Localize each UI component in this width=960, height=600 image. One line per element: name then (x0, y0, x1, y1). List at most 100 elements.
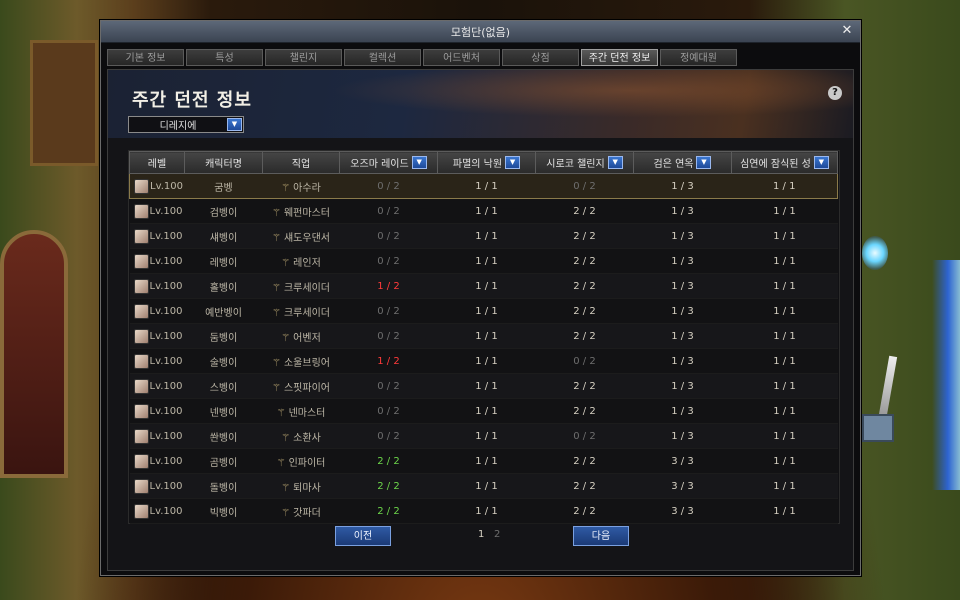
table-row[interactable]: Lv.100 검벵이 ⚚ 웨펀마스터 0 / 21 / 12 / 21 / 31 / 1 (129, 198, 838, 224)
tab-3[interactable]: 챌린지 (265, 49, 342, 66)
clear-count: 0 / 2 (339, 223, 438, 249)
tab-7[interactable]: 주간 던전 정보 (581, 49, 658, 66)
close-icon[interactable]: ✕ (839, 23, 855, 39)
page-number[interactable]: 1 (478, 529, 484, 540)
clear-count: 1 / 1 (437, 223, 536, 249)
job-cell: ⚚ 소울브링어 (262, 348, 340, 374)
clear-count: 2 / 2 (339, 448, 438, 474)
table-row[interactable]: Lv.100 예반벵이 ⚚ 크루세이더 0 / 21 / 12 / 21 / 31 / … (129, 298, 838, 324)
job-cell: ⚚ 인파이터 (262, 448, 340, 474)
clear-count: 3 / 3 (633, 498, 732, 524)
column-label: 레벨 (147, 159, 167, 170)
window-titlebar[interactable]: 모험단(없음) ✕ (101, 21, 860, 43)
class-icon: ⚚ (281, 182, 291, 194)
avatar (133, 228, 149, 244)
clear-count: 0 / 2 (339, 423, 438, 449)
tab-8[interactable]: 정예대원 (660, 49, 737, 66)
job-text: 레인저 (293, 257, 321, 269)
table-row[interactable]: Lv.100 홀벵이 ⚚ 크루세이더 1 / 21 / 12 / 21 / 31 / 1 (129, 273, 838, 299)
character-name: 굼벵 (184, 173, 263, 199)
clear-count: 3 / 3 (633, 448, 732, 474)
table-row[interactable]: Lv.100 돌벵이 ⚚ 퇴마사 2 / 21 / 12 / 23 / 31 / 1 (129, 473, 838, 499)
clear-count: 1 / 1 (731, 223, 838, 249)
level-text: Lv.100 (149, 380, 183, 392)
level-cell: Lv.100 (129, 198, 185, 224)
column-label: 캐릭터명 (205, 159, 242, 170)
dropdown-value: 디레지에 (159, 121, 197, 132)
table-row[interactable]: Lv.100 술벵이 ⚚ 소울브링어 1 / 21 / 10 / 21 / 31 / 1 (129, 348, 838, 374)
character-name: 쏸벵이 (184, 423, 263, 449)
clear-count: 1 / 1 (437, 473, 536, 499)
column-header[interactable]: 심연에 잠식된 성 ▼ (731, 151, 838, 174)
column-header[interactable]: 검은 연옥 ▼ (633, 151, 732, 174)
column-header[interactable]: 파멸의 낙원 ▼ (437, 151, 536, 174)
job-cell: ⚚ 레인저 (262, 248, 340, 274)
table-row[interactable]: Lv.100 레벵이 ⚚ 레인저 0 / 21 / 12 / 21 / 31 / 1 (129, 248, 838, 274)
job-cell: ⚚ 웨펀마스터 (262, 198, 340, 224)
class-icon: ⚚ (272, 282, 281, 294)
glowing-orb-decor (862, 236, 888, 270)
tab-5[interactable]: 어드벤처 (423, 49, 500, 66)
job-text: 스핏파이어 (283, 382, 330, 394)
column-header[interactable]: 오즈마 레이드 ▼ (339, 151, 438, 174)
table-row[interactable]: Lv.100 빅벵이 ⚚ 갓파더 2 / 21 / 12 / 23 / 31 / 1 (129, 498, 838, 524)
clear-count: 0 / 2 (339, 173, 438, 199)
next-button[interactable]: 다음 (573, 526, 629, 546)
clear-count: 0 / 2 (535, 173, 634, 199)
chevron-down-icon[interactable]: ▼ (813, 156, 829, 169)
avatar (133, 378, 149, 394)
table-row[interactable]: Lv.100 섀벵이 ⚚ 섀도우댄서 0 / 21 / 12 / 21 / 31 / 1 (129, 223, 838, 249)
chevron-down-icon[interactable]: ▼ (696, 156, 712, 169)
chevron-down-icon[interactable]: ▼ (227, 118, 242, 131)
clear-count: 1 / 1 (731, 473, 838, 499)
prev-button[interactable]: 이전 (335, 526, 391, 546)
chevron-down-icon[interactable]: ▼ (411, 156, 427, 169)
level-text: Lv.100 (149, 505, 183, 517)
class-icon: ⚚ (281, 432, 291, 444)
clear-count: 0 / 2 (339, 248, 438, 274)
table-header: 레벨 캐릭터명 직업 오즈마 레이드 ▼ 파멸의 낙원 ▼ 시로코 챌린지 ▼ 검은 연옥 ▼ 심연에… (129, 151, 838, 174)
level-text: Lv.100 (149, 455, 183, 467)
character-name: 홀벵이 (184, 273, 263, 299)
tab-4[interactable]: 컬렉션 (344, 49, 421, 66)
table-row[interactable]: Lv.100 곰벵이 ⚚ 인파이터 2 / 21 / 12 / 23 / 31 / 1 (129, 448, 838, 474)
sword-decor (878, 355, 898, 417)
tab-2[interactable]: 특성 (186, 49, 263, 66)
tab-1[interactable]: 기본 정보 (107, 49, 184, 66)
table-row[interactable]: Lv.100 스벵이 ⚚ 스핏파이어 0 / 21 / 12 / 21 / 31 / 1 (129, 373, 838, 399)
clear-count: 1 / 1 (437, 273, 536, 299)
table-row[interactable]: Lv.100 넨벵이 ⚚ 넨마스터 0 / 21 / 12 / 21 / 31 / 1 (129, 398, 838, 424)
table-row[interactable]: Lv.100 굼벵 ⚚ 아수라 0 / 21 / 10 / 21 / 31 / 1 (129, 173, 838, 199)
help-icon[interactable]: ? (828, 86, 842, 100)
level-cell: Lv.100 (129, 373, 185, 399)
clear-count: 1 / 1 (731, 323, 838, 349)
tab-6[interactable]: 상점 (502, 49, 579, 66)
table-row[interactable]: Lv.100 둠벵이 ⚚ 어벤저 0 / 21 / 12 / 21 / 31 / 1 (129, 323, 838, 349)
avatar (133, 428, 149, 444)
class-icon: ⚚ (272, 232, 281, 244)
character-name: 예반벵이 (184, 298, 263, 324)
clear-count: 0 / 2 (339, 323, 438, 349)
server-dropdown[interactable]: 디레지에 ▼ (128, 116, 244, 133)
dungeon-table: 레벨 캐릭터명 직업 오즈마 레이드 ▼ 파멸의 낙원 ▼ 시로코 챌린지 ▼ 검은 연옥 ▼ 심연에… (129, 151, 838, 524)
job-cell: ⚚ 섀도우댄서 (262, 223, 340, 249)
clear-count: 1 / 1 (731, 373, 838, 399)
chevron-down-icon[interactable]: ▼ (505, 156, 521, 169)
chevron-down-icon[interactable]: ▼ (607, 156, 623, 169)
window-title: 모험단(없음) (450, 25, 511, 39)
table-row[interactable]: Lv.100 쏸벵이 ⚚ 소환사 0 / 21 / 10 / 21 / 31 / 1 (129, 423, 838, 449)
clear-count: 1 / 1 (731, 248, 838, 274)
clear-count: 1 / 1 (437, 298, 536, 324)
clear-count: 1 / 3 (633, 348, 732, 374)
class-icon: ⚚ (281, 332, 291, 344)
page-number[interactable]: 2 (494, 529, 500, 540)
job-text: 소울브링어 (283, 357, 330, 369)
chest-decor (862, 414, 894, 442)
column-header[interactable]: 시로코 챌린지 ▼ (535, 151, 634, 174)
clear-count: 2 / 2 (535, 498, 634, 524)
job-cell: ⚚ 소환사 (262, 423, 340, 449)
avatar (133, 303, 149, 319)
level-cell: Lv.100 (129, 348, 185, 374)
character-name: 곰벵이 (184, 448, 263, 474)
level-cell: Lv.100 (129, 473, 185, 499)
